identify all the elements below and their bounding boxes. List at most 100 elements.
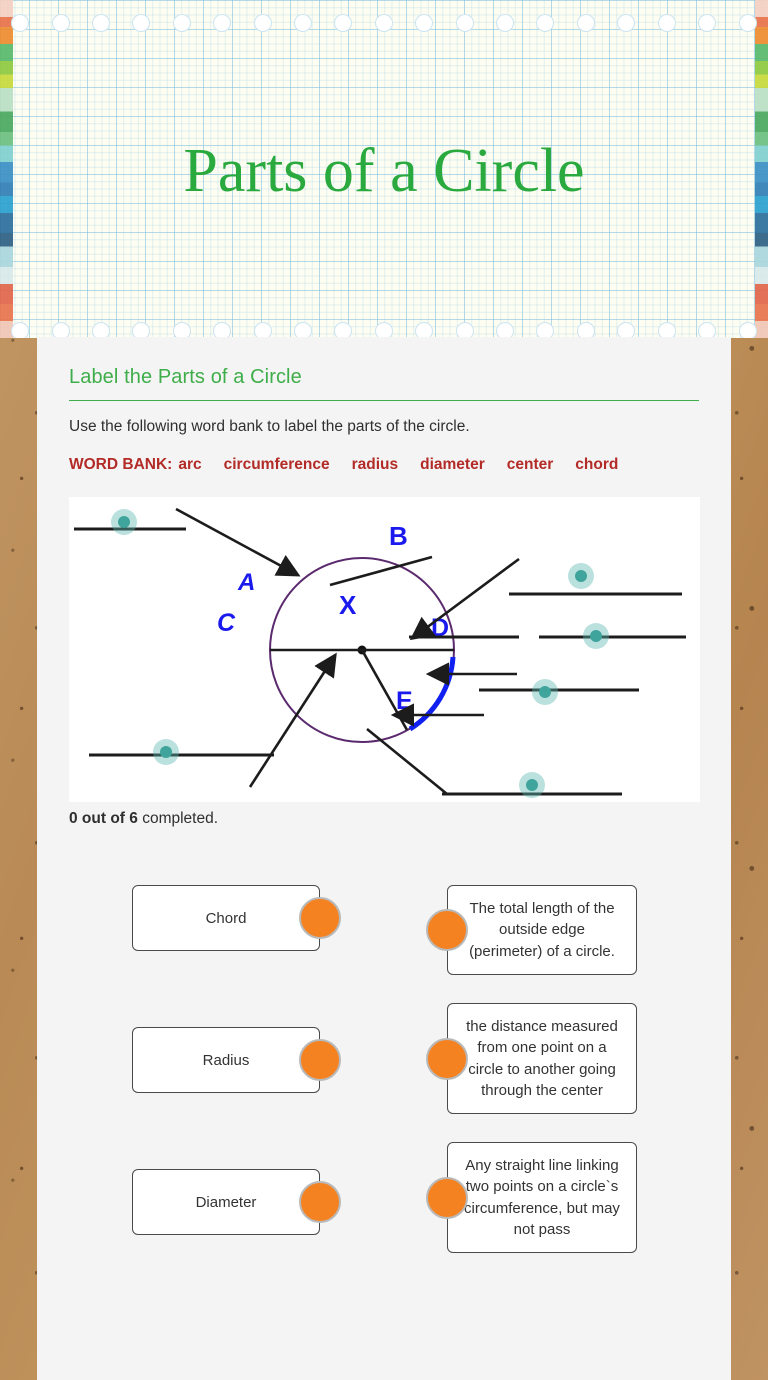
leader-line-center [248,652,337,788]
word-bank: WORD BANK: arc circumference radius diameter… [69,452,699,477]
definition-card-text: The total length of the outside edge (pe… [469,900,615,960]
term-card-label: Diameter [195,1193,257,1211]
punch-hole-icon [294,14,313,32]
punch-hole-icon [11,322,30,338]
point-label-C: C [217,609,236,637]
term-card-label: Radius [202,1051,250,1069]
connector-dot[interactable] [299,1039,341,1082]
punch-hole-icon [698,322,717,338]
punch-hole-icon [738,322,757,338]
connector-dot[interactable] [299,897,341,940]
punch-hole-icon [617,322,636,338]
punch-hole-icon [334,14,353,32]
punch-hole-icon [698,14,717,32]
paper-punch-holes-top [0,8,768,38]
section-title: Label the Parts of a Circle [69,366,302,388]
leader-line-chord [175,507,301,577]
punch-hole-icon [496,14,515,32]
drop-target-marker[interactable] [583,623,609,650]
term-card-column: Chord Radius Diameter [132,885,341,1236]
definition-card-diameter[interactable]: the distance measured from one point on … [426,1003,637,1115]
drop-target-marker[interactable] [568,563,594,590]
word-bank-word-circumference: circumference [223,456,330,473]
punch-hole-icon [415,14,434,32]
definition-card-circumference[interactable]: The total length of the outside edge (pe… [426,885,637,975]
punch-hole-icon [253,14,272,32]
punch-hole-icon [213,322,232,338]
punch-hole-icon [617,14,636,32]
worksheet-header-banner: Parts of a Circle [0,0,768,338]
term-card-diameter[interactable]: Diameter [132,1169,341,1236]
punch-hole-icon [132,322,151,338]
section-divider [69,400,699,401]
point-label-E: E [396,687,413,715]
punch-hole-icon [172,14,191,32]
punch-hole-icon [92,14,111,32]
definition-card-chord[interactable]: Any straight line linking two points on … [426,1142,637,1254]
punch-hole-icon [132,14,151,32]
worksheet-content-panel: Label the Parts of a Circle Use the foll… [37,337,731,1380]
word-bank-word-chord: chord [575,456,619,473]
punch-hole-icon [11,14,30,32]
word-bank-word-arc: arc [178,456,202,473]
drop-target-marker[interactable] [111,509,137,536]
term-card-chord[interactable]: Chord [132,885,341,952]
connector-dot[interactable] [426,909,468,952]
punch-hole-icon [51,322,70,338]
progress-count: 0 out of 6 [69,810,138,828]
circle-diagram-svg: A B C D E X [74,507,686,799]
punch-hole-icon [576,322,595,338]
punch-hole-icon [657,14,676,32]
point-label-B: B [389,521,408,551]
word-bank-word-diameter: diameter [420,456,485,473]
punch-hole-icon [334,322,353,338]
arc-highlight [408,656,456,732]
point-label-X: X [339,590,357,620]
connector-dot[interactable] [299,1181,341,1224]
chord-segment [329,555,433,587]
punch-hole-icon [455,14,474,32]
definition-card-text: Any straight line linking two points on … [464,1157,620,1239]
definition-card-text: the distance measured from one point on … [466,1018,618,1099]
punch-hole-icon [496,322,515,338]
punch-hole-icon [92,322,111,338]
connector-dot[interactable] [426,1176,468,1219]
punch-hole-icon [374,322,393,338]
punch-hole-icon [213,14,232,32]
leader-line-diameter [409,558,520,641]
punch-hole-icon [51,14,70,32]
connector-dot[interactable] [426,1037,468,1080]
term-card-radius[interactable]: Radius [132,1027,341,1094]
punch-hole-icon [455,322,474,338]
punch-hole-icon [253,322,272,338]
circle-diagram: A B C D E X [69,497,700,803]
word-bank-word-center: center [506,456,554,473]
drop-target-marker[interactable] [519,772,545,799]
punch-hole-icon [536,14,555,32]
word-bank-word-radius: radius [351,456,399,473]
paper-punch-holes-bottom [0,316,768,338]
progress-suffix: completed. [137,810,219,828]
punch-hole-icon [172,322,191,338]
punch-hole-icon [576,14,595,32]
progress-status: 0 out of 6 completed. [69,810,699,828]
punch-hole-icon [536,322,555,338]
matching-exercise: Chord Radius Diameter The total length o… [37,885,731,1345]
page-title: Parts of a Circle [183,137,585,205]
punch-hole-icon [294,322,313,338]
drop-target-marker[interactable] [153,739,179,766]
point-label-A: A [237,569,255,596]
definition-card-column: The total length of the outside edge (pe… [426,885,637,1254]
punch-hole-icon [738,14,757,32]
drop-target-marker[interactable] [532,679,558,706]
term-card-label: Chord [205,909,247,927]
leader-line-radius [366,728,448,796]
instructions-text: Use the following word bank to label the… [69,418,470,435]
word-bank-label: WORD BANK: [69,456,173,473]
punch-hole-icon [374,14,393,32]
punch-hole-icon [415,322,434,338]
